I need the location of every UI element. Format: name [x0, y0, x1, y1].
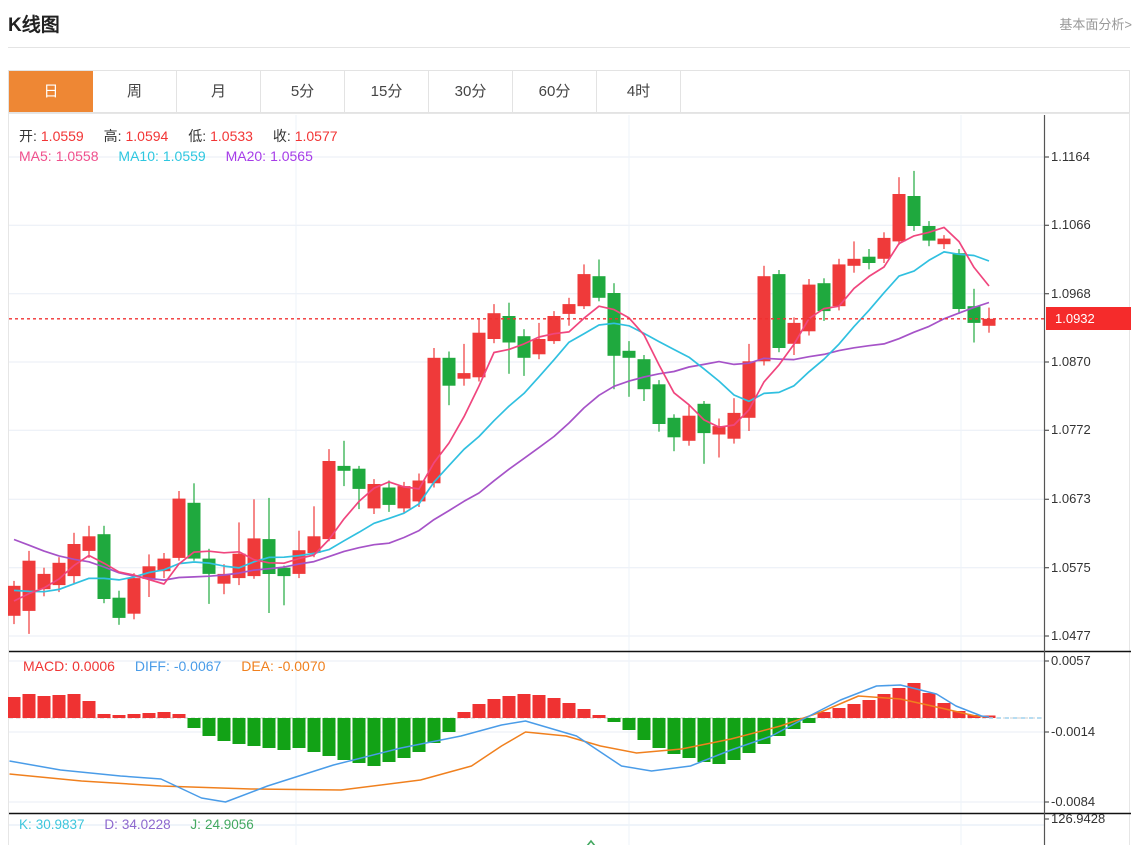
title-divider [8, 47, 1130, 48]
price-badge: 1.0932 [1046, 307, 1131, 330]
tab-30min[interactable]: 30分 [429, 71, 513, 112]
tab-15min[interactable]: 15分 [345, 71, 429, 112]
tab-4hour[interactable]: 4时 [597, 71, 681, 112]
page-title: K线图 [8, 15, 60, 36]
tab-5min[interactable]: 5分 [261, 71, 345, 112]
candlestick-chart[interactable] [8, 113, 1132, 845]
chart-container[interactable]: 开: 1.0559 高: 1.0594 低: 1.0533 收: 1.0577 MA5:… [8, 113, 1132, 845]
kline-page: K线图 基本面分析> 日周月 5分 15分 30分 60分 4时 开: 1.0559 高: 1… [0, 0, 1146, 845]
fundamental-analysis-link[interactable]: 基本面分析> [1059, 14, 1132, 33]
tab-week[interactable]: 周 [93, 71, 177, 112]
tab-60min[interactable]: 60分 [513, 71, 597, 112]
tab-day[interactable]: 日 [9, 71, 93, 112]
tab-month[interactable]: 月 [177, 71, 261, 112]
period-tabbar: 日周月 5分 15分 30分 60分 4时 [8, 70, 1130, 113]
